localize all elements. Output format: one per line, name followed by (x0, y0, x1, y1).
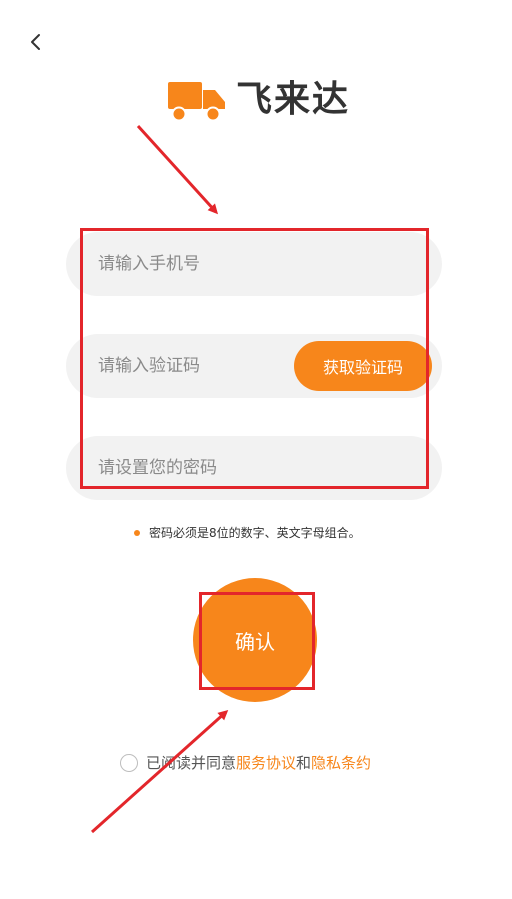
truck-icon (168, 82, 225, 122)
confirm-button[interactable]: 确认 (193, 578, 317, 702)
chevron-left-icon (31, 34, 40, 50)
code-field: 获取验证码 (66, 334, 442, 398)
agreement-conjunction: 和 (296, 754, 312, 772)
password-hint-text: 密码必须是8位的数字、英文字母组合。 (149, 526, 361, 540)
back-button[interactable] (22, 28, 50, 56)
arrow-to-form-annotation (136, 124, 219, 215)
password-input[interactable] (98, 448, 318, 488)
agree-checkbox[interactable] (120, 753, 138, 772)
phone-field (66, 232, 442, 296)
app-logo: 飞来达 (168, 76, 350, 124)
verification-code-input[interactable] (98, 346, 318, 386)
service-agreement-link[interactable]: 服务协议 (236, 752, 296, 773)
password-hint: 密码必须是8位的数字、英文字母组合。 (134, 524, 361, 541)
phone-input[interactable] (98, 244, 318, 284)
logo-text: 飞来达 (236, 79, 351, 120)
get-code-button[interactable]: 获取验证码 (294, 341, 432, 391)
privacy-policy-link[interactable]: 隐私条约 (311, 752, 371, 773)
agreement-row: 已阅读并同意 服务协议 和 隐私条约 (120, 752, 371, 773)
hint-bullet-icon (134, 529, 140, 536)
agreement-prefix: 已阅读并同意 (146, 754, 237, 772)
password-field (66, 436, 442, 500)
